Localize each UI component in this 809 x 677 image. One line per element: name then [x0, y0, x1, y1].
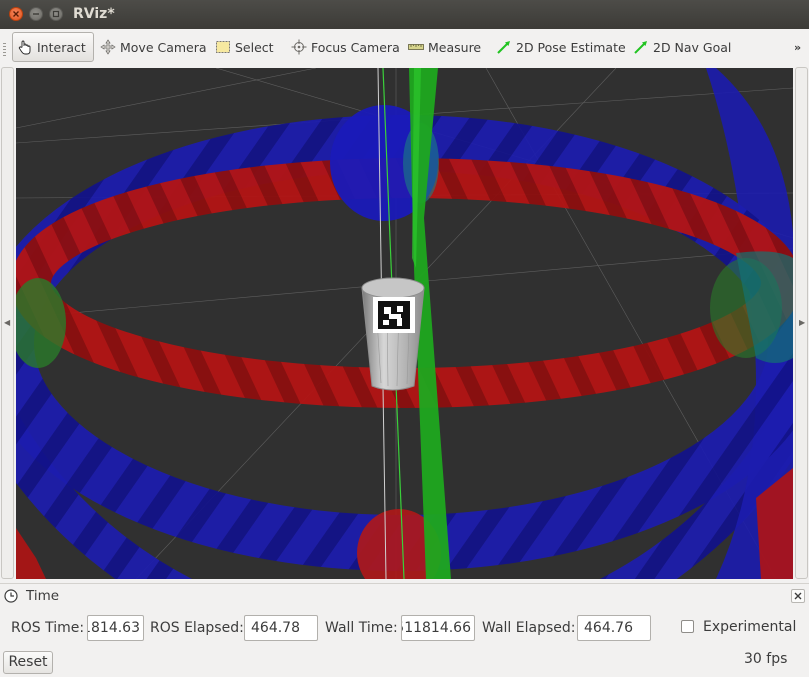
clock-icon [4, 589, 18, 603]
close-icon [13, 11, 19, 17]
ros-elapsed-label: ROS Elapsed: [150, 620, 244, 636]
wall-elapsed-field[interactable]: 464.76 [577, 615, 651, 641]
right-dock-toggle[interactable]: ▶ [795, 67, 808, 579]
reset-button[interactable]: Reset [3, 651, 53, 674]
ros-time-field[interactable]: 1814.63 [87, 615, 144, 641]
tool-2d-nav-goal-label: 2D Nav Goal [653, 39, 732, 55]
tool-select-button[interactable]: Select [215, 32, 274, 62]
fps-readout: 30 fps [744, 651, 788, 667]
window-close-button[interactable] [9, 7, 23, 21]
left-dock-toggle[interactable]: ◀ [1, 67, 14, 579]
window-title: RViz* [73, 6, 115, 22]
hand-pointer-icon [17, 39, 33, 55]
toolbar-grip[interactable] [3, 43, 6, 57]
cup-model [361, 277, 425, 391]
wall-time-field[interactable]: 511814.66 [401, 615, 475, 641]
ros-time-label: ROS Time: [11, 620, 85, 636]
experimental-label: Experimental [703, 619, 797, 635]
title-bar: RViz* [0, 0, 809, 29]
status-bar: Reset 30 fps [0, 648, 809, 677]
green-arrow-icon [496, 39, 512, 55]
ruler-icon [408, 39, 424, 55]
wall-elapsed-label: Wall Elapsed: [482, 620, 576, 636]
tool-2d-pose-estimate-label: 2D Pose Estimate [516, 39, 626, 55]
ar-tag-marker [373, 297, 415, 333]
wall-time-label: Wall Time: [325, 620, 398, 636]
3d-render-view[interactable] [16, 68, 793, 579]
time-panel-header: Time [0, 584, 809, 608]
time-panel: Time ROS Time: 1814.63 ROS Elapsed: 464.… [0, 583, 809, 648]
select-rectangle-icon [215, 39, 231, 55]
experimental-checkbox[interactable] [681, 620, 694, 633]
wall-time-value: 511814.66 [401, 620, 471, 636]
tool-measure-button[interactable]: Measure [408, 32, 481, 62]
tool-2d-nav-goal-button[interactable]: 2D Nav Goal [633, 32, 731, 62]
toolbar: Interact Move Camera Select Focus Camera… [0, 29, 809, 67]
tool-measure-label: Measure [428, 39, 482, 55]
tool-interact-label: Interact [37, 39, 86, 55]
ros-elapsed-field[interactable]: 464.78 [244, 615, 318, 641]
maximize-icon [52, 10, 60, 18]
tool-focus-camera-label: Focus Camera [311, 39, 400, 55]
move-arrows-icon [100, 39, 116, 55]
tool-select-label: Select [235, 39, 274, 55]
window-maximize-button[interactable] [49, 7, 63, 21]
minimize-icon [33, 13, 39, 15]
scene-graphic [16, 68, 793, 579]
green-arrow-icon [633, 39, 649, 55]
tool-2d-pose-estimate-button[interactable]: 2D Pose Estimate [496, 32, 626, 62]
chevron-right-icon: ▶ [799, 318, 806, 327]
window-minimize-button[interactable] [29, 7, 43, 21]
tool-move-camera-label: Move Camera [120, 39, 207, 55]
tool-move-camera-button[interactable]: Move Camera [100, 32, 207, 62]
chevron-left-icon: ◀ [4, 318, 11, 327]
ros-time-value: 1814.63 [87, 620, 140, 636]
focus-crosshair-icon [291, 39, 307, 55]
tool-interact-button[interactable]: Interact [12, 32, 94, 62]
time-panel-title: Time [26, 588, 60, 604]
close-icon[interactable] [791, 589, 805, 603]
toolbar-overflow-button[interactable]: » [794, 32, 801, 62]
tool-focus-camera-button[interactable]: Focus Camera [291, 32, 400, 62]
green-sphere-marker [16, 278, 66, 368]
